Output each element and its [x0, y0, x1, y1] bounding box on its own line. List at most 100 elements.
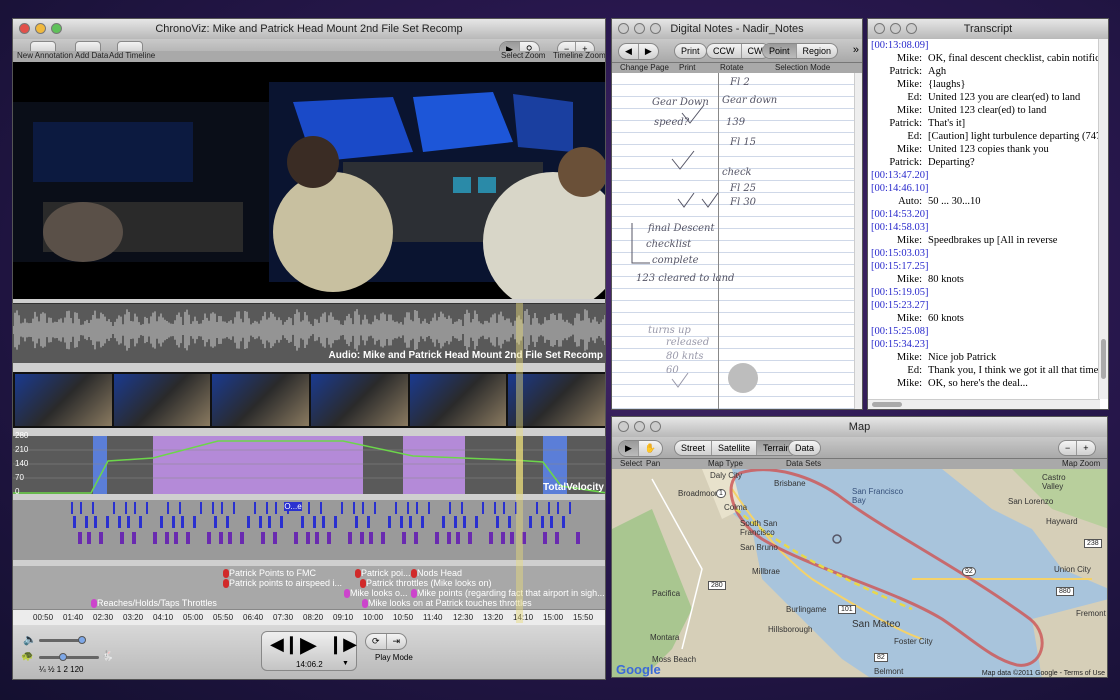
- annotation-item[interactable]: Patrick Points to FMC: [223, 568, 316, 579]
- print-button[interactable]: Print: [674, 43, 707, 59]
- transcript-line[interactable]: Mike: OK, final descent checklist, cabin …: [868, 52, 1100, 65]
- transcript-vertical-scrollbar[interactable]: [1098, 39, 1108, 399]
- rotate-control[interactable]: CCW CW: [706, 43, 770, 59]
- transcript-timestamp[interactable]: [00:14:46.10]: [868, 182, 1100, 195]
- play-icon[interactable]: ▶: [300, 632, 317, 658]
- timecode-dropdown-icon[interactable]: ▼: [342, 660, 349, 667]
- transcript-line[interactable]: Patrick: Agh: [868, 65, 1100, 78]
- select-pan-control[interactable]: ▶ ✋: [618, 440, 664, 457]
- volume-knob[interactable]: [78, 636, 86, 644]
- pan-hand-icon[interactable]: ✋: [639, 441, 662, 456]
- annotation-item[interactable]: Mike points (regarding fact that airport…: [411, 588, 605, 599]
- street-button[interactable]: Street: [675, 441, 713, 455]
- minimize-icon[interactable]: [35, 23, 46, 34]
- transcript-timestamp[interactable]: [00:15:23.27]: [868, 299, 1100, 312]
- playhead-marker[interactable]: [516, 303, 523, 623]
- timestamp-text: [00:15:23.27]: [871, 300, 929, 311]
- annotation-item[interactable]: Patrick points to airspeed i...: [223, 578, 342, 589]
- timecode-display[interactable]: 14:06.2: [296, 660, 323, 669]
- zoom-window-icon[interactable]: [51, 23, 62, 34]
- zoom-window-icon[interactable]: [906, 23, 917, 34]
- region-mode-button[interactable]: Region: [797, 44, 838, 58]
- transcript-line[interactable]: Mike: {laughs}: [868, 78, 1100, 91]
- pen-cursor-icon[interactable]: [728, 363, 758, 393]
- zoom-window-icon[interactable]: [650, 421, 661, 432]
- transcript-timestamp[interactable]: [00:13:08.09]: [868, 39, 1100, 52]
- transcript-timestamp[interactable]: [00:14:53.20]: [868, 208, 1100, 221]
- annotation-item[interactable]: Reaches/Holds/Taps Throttles: [91, 598, 217, 609]
- selection-mode-control[interactable]: Point Region: [762, 43, 839, 59]
- next-page-icon[interactable]: ▶: [639, 44, 658, 59]
- change-page-control[interactable]: ◀ ▶: [618, 43, 659, 60]
- transcript-timestamp[interactable]: [00:13:47.20]: [868, 169, 1100, 182]
- map-canvas[interactable]: Daly City Brisbane Broadmoor Colma South…: [612, 469, 1107, 677]
- transcript-horizontal-scrollbar[interactable]: [868, 399, 1100, 409]
- video-view[interactable]: [13, 62, 605, 299]
- annotation-item[interactable]: Patrick throttles (Mike looks on): [360, 578, 492, 589]
- close-icon[interactable]: [618, 421, 629, 432]
- transcript-line[interactable]: Ed: [Caution] light turbulence departing …: [868, 130, 1100, 143]
- annotation-item[interactable]: Nods Head: [411, 568, 462, 579]
- zoom-in-icon[interactable]: +: [1077, 441, 1094, 455]
- close-icon[interactable]: [874, 23, 885, 34]
- zoom-out-icon[interactable]: −: [1059, 441, 1078, 455]
- annotation-item[interactable]: Mike looks o...: [344, 588, 408, 599]
- more-icon[interactable]: »: [853, 44, 859, 56]
- transcript-line[interactable]: Ed: Thank you, I think we got it all that…: [868, 364, 1100, 377]
- transcript-line[interactable]: Ed: United 123 you are clear(ed) to land: [868, 91, 1100, 104]
- rotate-ccw-button[interactable]: CCW: [707, 44, 742, 58]
- notes-page[interactable]: Fl 2 Gear Down Gear down speed? 139 Fl 1…: [612, 73, 856, 409]
- point-mode-button[interactable]: Point: [763, 44, 797, 58]
- scroll-thumb[interactable]: [872, 402, 902, 407]
- transcript-line[interactable]: Mike: Nice job Patrick: [868, 351, 1100, 364]
- transcript-line[interactable]: Mike: 60 knots: [868, 312, 1100, 325]
- jump-icon[interactable]: ⇥: [387, 634, 407, 649]
- close-icon[interactable]: [618, 23, 629, 34]
- transcript-timestamp[interactable]: [00:15:34.23]: [868, 338, 1100, 351]
- minimize-icon[interactable]: [634, 421, 645, 432]
- close-icon[interactable]: [19, 23, 30, 34]
- transcript-window-title: Transcript: [963, 23, 1013, 35]
- annotation-item[interactable]: Patrick poi...: [355, 568, 411, 579]
- pan-label: Pan: [646, 459, 661, 468]
- step-back-icon[interactable]: ◀❙: [270, 634, 299, 655]
- step-forward-icon[interactable]: ❙▶: [328, 634, 357, 655]
- transcript-timestamp[interactable]: [00:15:03.03]: [868, 247, 1100, 260]
- map-zoom-control[interactable]: − +: [1058, 440, 1096, 456]
- transcript-list[interactable]: [00:13:08.09] Mike: OK, final descent chec…: [868, 39, 1100, 399]
- zoom-window-icon[interactable]: [650, 23, 661, 34]
- transcript-line[interactable]: Patrick: That's it]: [868, 117, 1100, 130]
- minimize-icon[interactable]: [890, 23, 901, 34]
- speaker-name: Mike:: [896, 274, 922, 285]
- loop-icon[interactable]: ⟳: [366, 634, 387, 649]
- map-titlebar[interactable]: Map: [612, 417, 1107, 437]
- scroll-thumb[interactable]: [1101, 339, 1106, 379]
- transcript-timestamp[interactable]: [00:15:17.25]: [868, 260, 1100, 273]
- map-credit[interactable]: Map data ©2011 Google - Terms of Use: [982, 670, 1105, 677]
- transcript-titlebar[interactable]: Transcript: [868, 19, 1108, 39]
- rate-knob[interactable]: [59, 653, 67, 661]
- transcript-line[interactable]: Patrick: Departing?: [868, 156, 1100, 169]
- transcript-timestamp[interactable]: [00:15:25.08]: [868, 325, 1100, 338]
- satellite-button[interactable]: Satellite: [712, 441, 758, 455]
- play-mode-control[interactable]: ⟳ ⇥: [365, 633, 408, 650]
- main-titlebar[interactable]: ChronoViz: Mike and Patrick Head Mount 2…: [13, 19, 605, 39]
- map-type-control[interactable]: Street Satellite Terrain: [674, 440, 798, 456]
- minimize-icon[interactable]: [634, 23, 645, 34]
- transcript-timestamp[interactable]: [00:15:19.05]: [868, 286, 1100, 299]
- transcript-timestamp[interactable]: [00:14:58.03]: [868, 221, 1100, 234]
- prev-page-icon[interactable]: ◀: [619, 44, 639, 59]
- transcript-line[interactable]: Mike: OK, so here's the deal...: [868, 377, 1100, 390]
- transcript-line[interactable]: Mike: United 123 copies thank you: [868, 143, 1100, 156]
- transcript-line[interactable]: Mike: Speedbrakes up [All in reverse: [868, 234, 1100, 247]
- data-sets-button[interactable]: Data: [788, 440, 822, 456]
- notes-titlebar[interactable]: Digital Notes - Nadir_Notes: [612, 19, 862, 39]
- annotation-item[interactable]: Mike looks on at Patrick touches throttl…: [362, 598, 532, 609]
- select-tool-icon[interactable]: ▶: [619, 441, 639, 456]
- rate-slider[interactable]: [39, 653, 99, 661]
- volume-slider[interactable]: [39, 636, 86, 644]
- transcript-line[interactable]: Mike: United 123 clear(ed) to land: [868, 104, 1100, 117]
- transcript-line[interactable]: Mike: 80 knots: [868, 273, 1100, 286]
- transcript-line[interactable]: Auto: 50 ... 30...10: [868, 195, 1100, 208]
- notes-scrollbar[interactable]: [854, 73, 862, 409]
